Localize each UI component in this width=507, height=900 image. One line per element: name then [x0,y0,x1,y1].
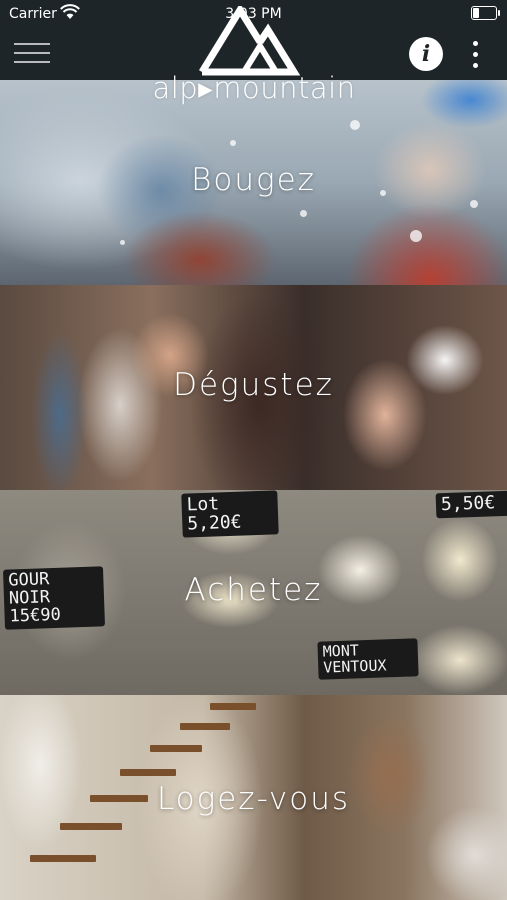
panel-degustez[interactable]: Dégustez [0,285,507,490]
panel-label-degustez: Dégustez [173,367,334,403]
sign-text: VENTOUX [322,656,387,677]
app-logo: alp▸mountain [138,0,370,105]
panel-label-logez-vous: Logez-vous [156,781,351,817]
price-sign: Lot 5,20€ [181,490,279,538]
info-button[interactable]: i [409,37,443,71]
mountain-logo-icon [199,6,301,76]
price-sign: MONT VENTOUX [317,638,419,680]
panel-achetez[interactable]: Lot 5,20€ 5,50€ GOUR NOIR 15€90 MONT VEN… [0,490,507,695]
logo-text: alp▸mountain [152,71,356,105]
battery-icon [471,6,500,20]
price-sign: 5,50€ [435,490,507,519]
hamburger-menu-icon[interactable] [14,40,50,66]
vertical-dots-icon[interactable] [466,38,484,68]
panel-logez-vous[interactable]: Logez-vous [0,695,507,900]
sign-text: 15€90 [9,604,62,627]
panel-label-achetez: Achetez [184,572,323,608]
panel-label-bougez: Bougez [191,162,316,198]
panel-bougez[interactable]: Bougez [0,80,507,285]
